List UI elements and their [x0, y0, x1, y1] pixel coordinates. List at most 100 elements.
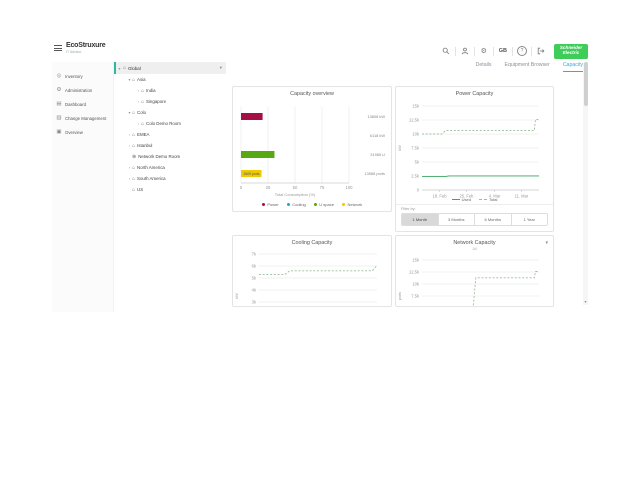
capacity-overview-card: Capacity overview 025507510013808 kW6118…: [232, 86, 392, 212]
svg-text:7.5k: 7.5k: [411, 146, 420, 151]
tree-item-label: US: [137, 187, 143, 192]
change-management-icon: ▥: [56, 115, 62, 121]
logout-icon[interactable]: [536, 46, 546, 56]
tree-item-global[interactable]: ▾ ⌂ Global ▾: [114, 62, 226, 74]
location-icon: ⌂: [132, 187, 135, 193]
legend-dot: [262, 203, 266, 207]
svg-text:kW: kW: [398, 145, 402, 151]
app-window: EcoStruxure IT Advisor ⚙ GB ? Schneider: [0, 0, 640, 480]
tree-item-asia[interactable]: ▾⌂Asia: [114, 74, 226, 85]
overview-icon: ▣: [56, 129, 62, 135]
svg-text:2.5k: 2.5k: [411, 174, 420, 179]
tree-item-india[interactable]: ›⌂India: [114, 85, 226, 96]
brand-name: EcoStruxure: [66, 42, 105, 49]
menu-icon[interactable]: [54, 45, 62, 52]
header-actions: ⚙ GB ? Schneider Electric: [441, 42, 588, 60]
svg-text:12.5k: 12.5k: [409, 270, 420, 275]
sidebar-item-dashboard[interactable]: ▤Dashboard: [52, 97, 113, 111]
filter-option-1-month[interactable]: 1 Month: [402, 214, 438, 225]
tree-item-label: South America: [137, 176, 166, 181]
svg-text:31965 U: 31965 U: [370, 152, 385, 157]
tree-item-south-america[interactable]: ›⌂South America: [114, 173, 226, 184]
tree-item-label: North America: [137, 165, 165, 170]
sidebar-item-label: Dashboard: [65, 102, 86, 107]
scroll-down-icon[interactable]: ▾: [583, 299, 588, 304]
network-capacity-chart: 02.5k5k7.5k10k12.5k15kports: [396, 256, 549, 307]
legend-dot: [342, 203, 346, 207]
divider: [455, 47, 456, 56]
sidebar-item-label: Overview: [65, 130, 83, 135]
tree-item-label: EMEA: [137, 132, 149, 137]
sidebar-item-label: Inventory: [65, 74, 83, 79]
svg-text:3k: 3k: [252, 300, 257, 305]
settings-gear-icon[interactable]: ⚙: [479, 46, 489, 56]
location-icon: ⌂: [132, 176, 135, 182]
sidebar-item-inventory[interactable]: ◎Inventory: [52, 69, 113, 83]
room-icon: ⌂: [141, 121, 144, 127]
tree-options-caret-icon[interactable]: ▾: [220, 65, 222, 71]
brand-subtitle: IT Advisor: [66, 50, 105, 54]
legend-line: [479, 199, 487, 200]
tree-item-us[interactable]: ⌂US: [114, 184, 226, 195]
svg-text:5k: 5k: [415, 160, 420, 165]
legend-label: Total: [489, 197, 497, 202]
tree-item-colo[interactable]: ▾⌂Colo: [114, 107, 226, 118]
svg-text:6118 kW: 6118 kW: [370, 133, 385, 138]
filter-option-1-year[interactable]: 1 Year: [511, 214, 548, 225]
legend-item-used: Used: [452, 197, 471, 202]
tab-equipment-browser[interactable]: Equipment Browser: [505, 62, 550, 71]
tree-item-singapore[interactable]: ›⌂Singapore: [114, 96, 226, 107]
filter-option-6-months[interactable]: 6 Months: [474, 214, 511, 225]
svg-text:10k: 10k: [412, 282, 420, 287]
legend-item-power: Power: [262, 202, 279, 207]
sidebar-item-change-management[interactable]: ▥Change Management: [52, 111, 113, 125]
svg-text:15k: 15k: [412, 104, 420, 109]
vertical-scrollbar[interactable]: ▾: [583, 62, 588, 305]
tree-item-emea[interactable]: ›⌂EMEA: [114, 129, 226, 140]
filter-label: Filter by:: [401, 207, 553, 211]
svg-text:75: 75: [320, 185, 325, 190]
legend-item-cooling: Cooling: [287, 202, 306, 207]
svg-text:15k: 15k: [412, 258, 420, 263]
tree-item-label: Asia: [137, 77, 146, 82]
location-icon: ⌂: [132, 165, 135, 171]
tree-item-network-demo-room[interactable]: ⊕Network Demo Room: [114, 151, 226, 162]
tree-item-istanbul[interactable]: ›⌂Istanbul: [114, 140, 226, 151]
svg-text:0: 0: [240, 185, 243, 190]
svg-text:Total Consumption (%): Total Consumption (%): [275, 192, 316, 197]
sidebar-item-label: Change Management: [65, 116, 106, 121]
scrollbar-thumb[interactable]: [584, 62, 588, 106]
schneider-electric-logo[interactable]: Schneider Electric: [554, 44, 588, 59]
tab-capacity[interactable]: Capacity: [563, 62, 583, 72]
help-icon[interactable]: ?: [517, 46, 527, 56]
search-icon[interactable]: [441, 46, 451, 56]
administration-icon: ⚙: [56, 87, 62, 93]
svg-text:7k: 7k: [252, 252, 257, 257]
inventory-icon: ◎: [56, 73, 62, 79]
sidebar-item-administration[interactable]: ⚙Administration: [52, 83, 113, 97]
legend-label: Cooling: [292, 202, 306, 207]
chevron-down-icon: ▾: [116, 66, 123, 71]
tree-item-label: Istanbul: [137, 143, 152, 148]
chart-dropdown-caret-icon[interactable]: ▾: [545, 240, 548, 246]
chart-title: Cooling Capacity: [233, 240, 391, 246]
divider: [493, 47, 494, 56]
filter-option-3-months[interactable]: 3 Months: [438, 214, 475, 225]
legend-dot: [287, 203, 291, 207]
filter-strip: Filter by: 1 Month3 Months6 Months1 Year: [396, 204, 553, 231]
tree-item-colo-demo-room[interactable]: ›⌂Colo Demo Room: [114, 118, 226, 129]
tree-item-north-america[interactable]: ›⌂North America: [114, 162, 226, 173]
language-selector[interactable]: GB: [498, 46, 508, 56]
tab-details[interactable]: Details: [476, 62, 492, 71]
capacity-overview-chart: 025507510013808 kW6118 kW31965 U2609 por…: [235, 101, 389, 203]
svg-text:0: 0: [417, 188, 420, 193]
svg-text:ports: ports: [398, 292, 402, 300]
legend-item-network: Network: [342, 202, 362, 207]
svg-text:13808 kW: 13808 kW: [367, 114, 385, 119]
tree-item-label: Network Demo Room: [138, 154, 180, 159]
sidebar-item-overview[interactable]: ▣Overview: [52, 125, 113, 139]
cooling-capacity-card: Cooling Capacity 01k2k3k4k5k6k7kkW: [232, 235, 392, 307]
legend-dot: [314, 203, 318, 207]
user-icon[interactable]: [460, 46, 470, 56]
tree-item-label: Colo: [137, 110, 146, 115]
